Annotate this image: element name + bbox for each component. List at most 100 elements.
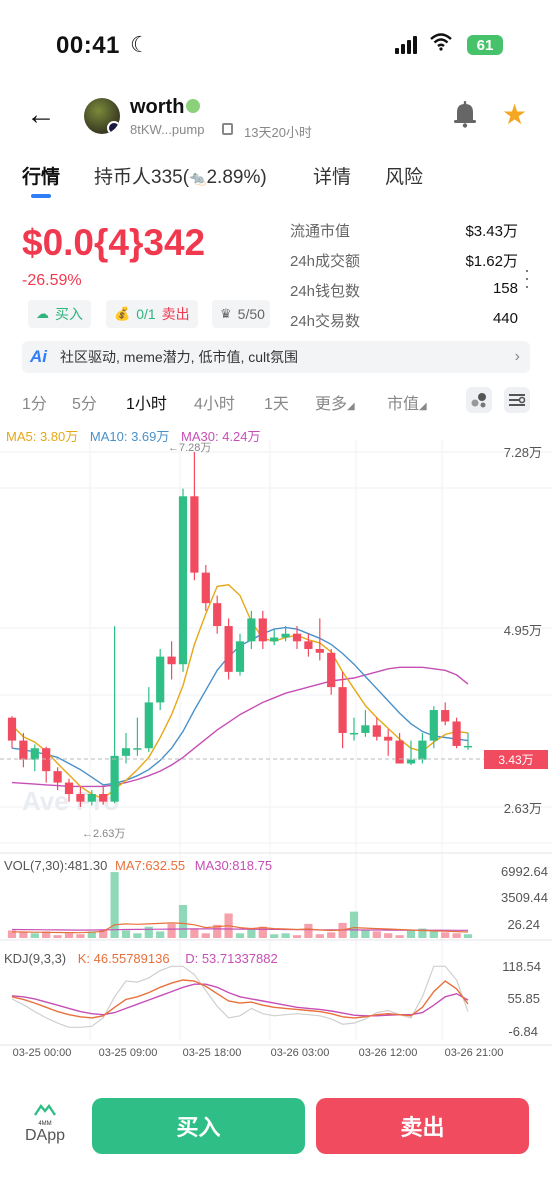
- status-bar: 00:41 ☾ 61: [0, 0, 552, 90]
- candle-body: [463, 745, 473, 748]
- candle-body: [429, 710, 438, 741]
- candle-body: [349, 732, 359, 735]
- timeframe-more-label: 更多: [315, 396, 348, 413]
- stat-row: 24h钱包数 158: [290, 280, 518, 310]
- wifi-icon: [430, 33, 452, 57]
- candlestick-chart-svg[interactable]: Ave Pro 3.43万 ←7.28万 ←2.63万 7.28万 4.95万 …: [0, 420, 552, 1065]
- crown-icon: ♛: [220, 306, 232, 321]
- candle-body: [190, 496, 199, 573]
- low-price-label: ←2.63万: [82, 828, 125, 840]
- cloud-icon: ☁: [36, 306, 49, 321]
- bell-icon[interactable]: [452, 100, 478, 135]
- timeframe-1h[interactable]: 1小时: [126, 390, 167, 414]
- candle-body: [235, 641, 245, 672]
- candle-body: [213, 603, 222, 627]
- more-vertical-icon[interactable]: · · ·: [524, 261, 530, 295]
- volume-bar: [429, 931, 438, 938]
- candle-body: [87, 794, 96, 802]
- volume-bar: [441, 932, 450, 938]
- kdj-tick-label: 118.54: [502, 959, 541, 974]
- candle-body: [42, 748, 51, 772]
- token-avatar: [84, 98, 120, 134]
- volume-bar: [190, 929, 199, 938]
- volume-bar: [247, 928, 256, 938]
- x-tick-label: 03-25 18:00: [183, 1047, 242, 1059]
- candle-body: [121, 748, 131, 756]
- volume-bar: [64, 933, 74, 938]
- tab-holders-pct: 2.89%): [206, 167, 267, 188]
- candle-body: [7, 717, 17, 741]
- candle-body: [258, 618, 267, 642]
- tab-holders-count: 持币人335(: [94, 167, 190, 188]
- tab-holders[interactable]: 持币人335(🐀2.89%): [94, 162, 267, 189]
- vol-ma7-line: [11, 922, 469, 934]
- volume-bar: [304, 923, 313, 938]
- chart-settings-icon[interactable]: [504, 387, 530, 413]
- volume-bar: [452, 933, 461, 938]
- favorite-star-icon[interactable]: ★: [502, 98, 527, 131]
- tab-details[interactable]: 详情: [313, 162, 351, 189]
- candle-body: [395, 740, 404, 764]
- chart-mode-dropdown[interactable]: 市值◢: [387, 390, 427, 414]
- candle-body: [178, 496, 188, 665]
- dapp-entry[interactable]: 4MM DApp: [22, 1103, 68, 1145]
- vol-legend-value: VOL(7,30):481.30: [4, 858, 108, 873]
- top-holders-value: 5/50: [237, 306, 265, 322]
- x-tick-label: 03-26 12:00: [359, 1047, 418, 1059]
- candle-body: [30, 748, 39, 760]
- candle-body: [144, 702, 153, 749]
- dapp-logo-icon: 4MM: [33, 1103, 57, 1127]
- sell-button[interactable]: 卖出: [316, 1098, 529, 1154]
- tab-risk[interactable]: 风险: [385, 162, 423, 189]
- kdj-d-legend: D: 53.71337882: [185, 951, 278, 966]
- candle-body: [270, 637, 279, 642]
- candle-body: [452, 721, 461, 746]
- kdj-d-line: [11, 983, 469, 1017]
- money-bag-icon: 💰: [114, 306, 131, 321]
- buy-button[interactable]: 买入: [92, 1098, 305, 1154]
- candle-body: [247, 618, 256, 642]
- candle-body: [361, 725, 370, 733]
- x-tick-label: 03-25 09:00: [99, 1047, 158, 1059]
- back-arrow-icon[interactable]: ←: [26, 100, 56, 130]
- buy-count-chip[interactable]: ☁ 买入: [28, 300, 91, 328]
- current-price-label: 3.43万: [498, 753, 533, 767]
- vol-ma30-legend: MA30:818.75: [194, 858, 273, 873]
- tab-market[interactable]: 行情: [22, 162, 60, 189]
- candle-body: [384, 736, 393, 741]
- top-holders-chip[interactable]: ♛ 5/50: [212, 300, 270, 328]
- volume-bar: [384, 933, 393, 938]
- ai-summary-bar[interactable]: Ai 社区驱动, meme潜力, 低市值, cult氛围 ›: [22, 341, 530, 373]
- volume-bar: [201, 933, 210, 938]
- timeframe-4h[interactable]: 4小时: [194, 390, 235, 414]
- timeframe-1m[interactable]: 1分: [22, 390, 47, 414]
- sell-count-chip[interactable]: 💰 0/1 卖出: [106, 300, 198, 328]
- timeframe-5m[interactable]: 5分: [72, 390, 97, 414]
- stat-label: 流通市值: [290, 223, 351, 240]
- kdj-tick-label: -6.84: [508, 1024, 538, 1039]
- token-address: 8tKW...pump: [130, 122, 205, 137]
- timeframe-1d[interactable]: 1天: [264, 390, 289, 414]
- timeframe-selector: 1分 5分 1小时 4小时 1天 更多◢ 市值◢: [0, 385, 552, 417]
- volume-bar: [270, 934, 279, 938]
- x-tick-label: 03-25 00:00: [13, 1047, 72, 1059]
- volume-bar: [76, 934, 85, 938]
- volume-bar: [361, 929, 370, 938]
- stat-label: 24h交易数: [290, 313, 361, 330]
- candle-body: [406, 759, 416, 764]
- candle-body: [292, 633, 302, 642]
- stat-row: 流通市值 $3.43万: [290, 220, 518, 250]
- tab-bar: 行情 持币人335(🐀2.89%) 详情 风险: [0, 158, 552, 202]
- candle-body: [167, 656, 176, 665]
- indicator-bubbles-icon[interactable]: [466, 387, 492, 413]
- vol-tick-label: 6992.64: [501, 864, 548, 879]
- candle-body: [372, 725, 381, 737]
- candle-body: [19, 740, 28, 760]
- timeframe-more-dropdown[interactable]: 更多◢: [315, 390, 355, 414]
- price-chart[interactable]: Ave Pro 3.43万 ←7.28万 ←2.63万 7.28万 4.95万 …: [0, 420, 552, 1065]
- candle-body: [418, 740, 427, 760]
- copy-icon[interactable]: [222, 123, 233, 135]
- y-tick-label: 7.28万: [504, 445, 542, 460]
- volume-bar: [235, 933, 245, 938]
- ai-icon: Ai: [30, 347, 47, 366]
